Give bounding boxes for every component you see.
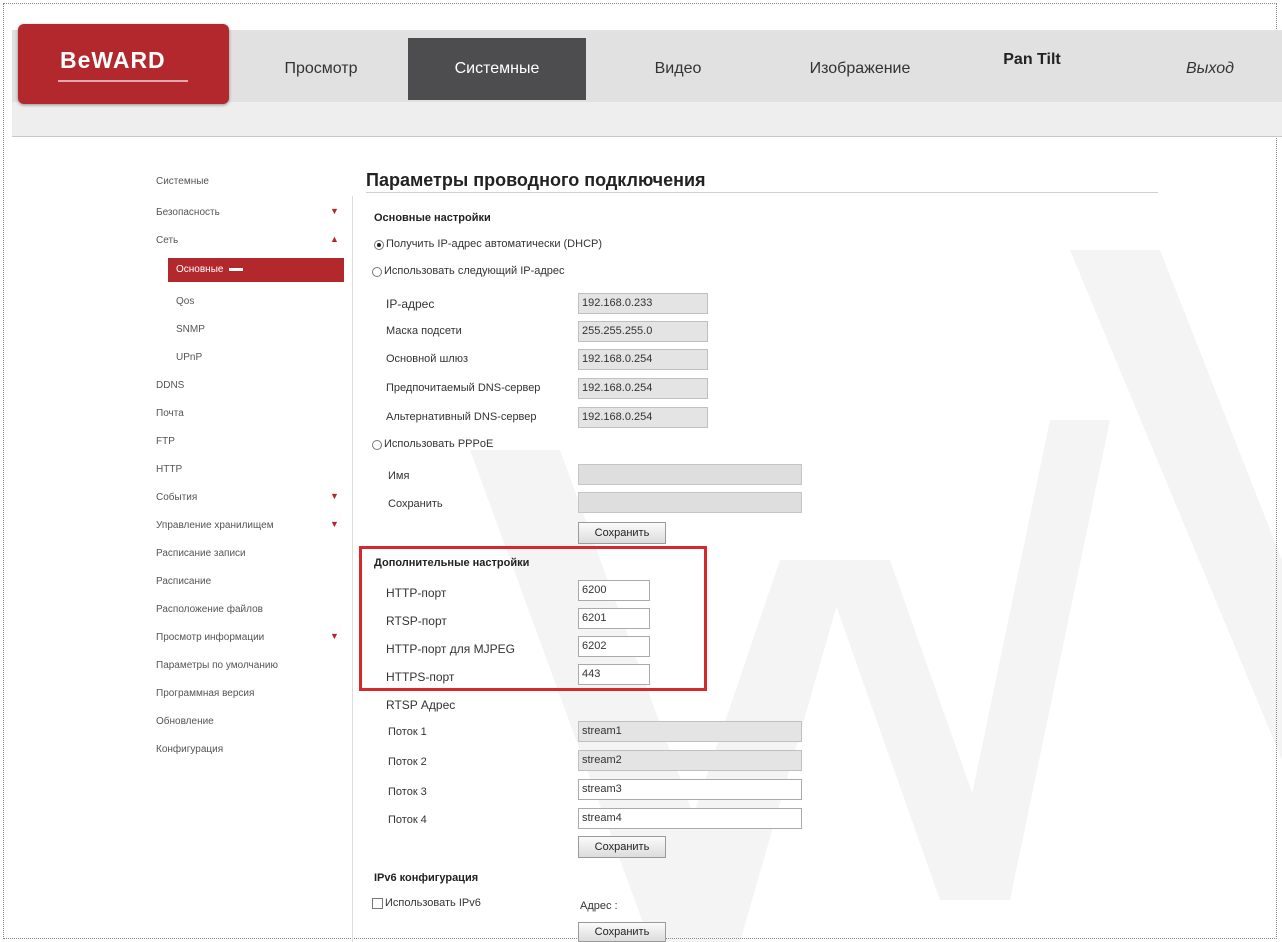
sidebar-item-file-location[interactable]: Расположение файлов: [156, 604, 263, 615]
rtsp-port-label: RTSP-порт: [386, 614, 447, 628]
mjpeg-port-label: HTTP-порт для MJPEG: [386, 642, 515, 656]
page-title: Параметры проводного подключения: [366, 170, 706, 190]
sidebar-item-update[interactable]: Обновление: [156, 716, 214, 727]
sidebar-item-config[interactable]: Конфигурация: [156, 744, 223, 755]
sidebar-item-snmp[interactable]: SNMP: [176, 324, 205, 335]
radio-static-ip-label: Использовать следующий IP-адрес: [384, 265, 565, 277]
stream-3-label: Поток 3: [388, 786, 427, 798]
https-port-field[interactable]: 443: [578, 664, 650, 685]
dns-primary-field[interactable]: 192.168.0.254: [578, 378, 708, 399]
ip-address-label: IP-адрес: [386, 297, 435, 311]
dns-alternate-label: Альтернативный DNS-сервер: [386, 411, 537, 423]
stream-1-label: Поток 1: [388, 726, 427, 738]
sidebar-item-security[interactable]: Безопасность: [156, 207, 220, 218]
tab-view[interactable]: Просмотр: [236, 38, 406, 100]
save-basic-button[interactable]: Сохранить: [578, 522, 666, 544]
chevron-down-icon[interactable]: ▼: [330, 491, 339, 501]
stream-2-field[interactable]: stream2: [578, 750, 802, 771]
ipv6-address-label: Адрес :: [580, 900, 618, 912]
http-port-label: HTTP-порт: [386, 586, 447, 600]
chevron-down-icon[interactable]: ▼: [330, 631, 339, 641]
stream-2-label: Поток 2: [388, 756, 427, 768]
rtsp-address-heading: RTSP Адрес: [386, 698, 456, 712]
chevron-down-icon[interactable]: ▼: [330, 206, 339, 216]
sidebar-divider: [352, 196, 353, 942]
dns-alternate-field[interactable]: 192.168.0.254: [578, 407, 708, 428]
sidebar-item-ddns[interactable]: DDNS: [156, 380, 184, 391]
ip-address-field[interactable]: 192.168.0.233: [578, 293, 708, 314]
sidebar-item-upnp[interactable]: UPnP: [176, 352, 202, 363]
gateway-field[interactable]: 192.168.0.254: [578, 349, 708, 370]
gateway-label: Основной шлюз: [386, 353, 469, 365]
sidebar-item-qos[interactable]: Qos: [176, 296, 194, 307]
logo-tagline: [58, 80, 188, 82]
tab-video[interactable]: Видео: [588, 38, 768, 100]
section-advanced-heading: Дополнительные настройки: [374, 557, 530, 569]
section-basic-heading: Основные настройки: [374, 212, 491, 224]
chevron-down-icon[interactable]: ▼: [330, 519, 339, 529]
pppoe-password-label: Сохранить: [388, 498, 443, 510]
tab-logout[interactable]: Выход: [1140, 38, 1280, 100]
sidebar-item-http[interactable]: HTTP: [156, 464, 182, 475]
dns-primary-label: Предпочитаемый DNS-сервер: [386, 382, 541, 394]
pppoe-name-field[interactable]: [578, 464, 802, 485]
sidebar-item-info[interactable]: Просмотр информации: [156, 632, 264, 643]
radio-static-ip[interactable]: [372, 267, 382, 277]
stream-4-field[interactable]: stream4: [578, 808, 802, 829]
pppoe-password-field[interactable]: [578, 492, 802, 513]
section-ipv6-heading: IPv6 конфигурация: [374, 872, 479, 884]
logo-text: BeWARD: [60, 47, 166, 73]
active-marker: [229, 268, 243, 271]
radio-dhcp[interactable]: [374, 240, 384, 250]
header-divider: [12, 136, 1282, 137]
subnet-mask-field[interactable]: 255.255.255.0: [578, 321, 708, 342]
sidebar-item-record-schedule[interactable]: Расписание записи: [156, 548, 246, 559]
stream-3-field[interactable]: stream3: [578, 779, 802, 800]
stream-1-field[interactable]: stream1: [578, 721, 802, 742]
sidebar-item-label: Основные: [176, 264, 224, 275]
ipv6-checkbox-label: Использовать IPv6: [385, 897, 481, 909]
sub-nav-bar: [12, 102, 1282, 136]
ipv6-checkbox[interactable]: [372, 898, 383, 909]
beward-logo: BeWARD: [18, 24, 229, 104]
mjpeg-port-field[interactable]: 6202: [578, 636, 650, 657]
http-port-field[interactable]: 6200: [578, 580, 650, 601]
subnet-mask-label: Маска подсети: [386, 325, 462, 337]
sidebar-item-mail[interactable]: Почта: [156, 408, 184, 419]
sidebar-item-schedule[interactable]: Расписание: [156, 576, 211, 587]
title-divider: [366, 192, 1158, 193]
https-port-label: HTTPS-порт: [386, 670, 455, 684]
sidebar-item-basic[interactable]: Основные: [168, 258, 344, 282]
sidebar-item-storage[interactable]: Управление хранилищем: [156, 520, 274, 531]
sidebar-item-events[interactable]: События: [156, 492, 197, 503]
rtsp-port-field[interactable]: 6201: [578, 608, 650, 629]
sidebar-item-defaults[interactable]: Параметры по умолчанию: [156, 660, 278, 671]
save-advanced-button[interactable]: Сохранить: [578, 836, 666, 858]
sidebar-item-firmware[interactable]: Программная версия: [156, 688, 254, 699]
radio-pppoe[interactable]: [372, 440, 382, 450]
sidebar-item-system[interactable]: Системные: [156, 176, 209, 187]
radio-dhcp-label: Получить IP-адрес автоматически (DHCP): [386, 238, 603, 250]
pppoe-name-label: Имя: [388, 470, 410, 482]
tab-pan-tilt[interactable]: Pan Tilt: [952, 33, 1112, 87]
sidebar-item-network[interactable]: Сеть: [156, 235, 178, 246]
sidebar-item-ftp[interactable]: FTP: [156, 436, 175, 447]
tab-image[interactable]: Изображение: [770, 38, 950, 100]
tab-system[interactable]: Системные: [408, 38, 586, 100]
stream-4-label: Поток 4: [388, 814, 427, 826]
radio-pppoe-label: Использовать PPPoE: [384, 438, 494, 450]
chevron-up-icon[interactable]: ▲: [330, 234, 339, 244]
save-ipv6-button[interactable]: Сохранить: [578, 922, 666, 942]
